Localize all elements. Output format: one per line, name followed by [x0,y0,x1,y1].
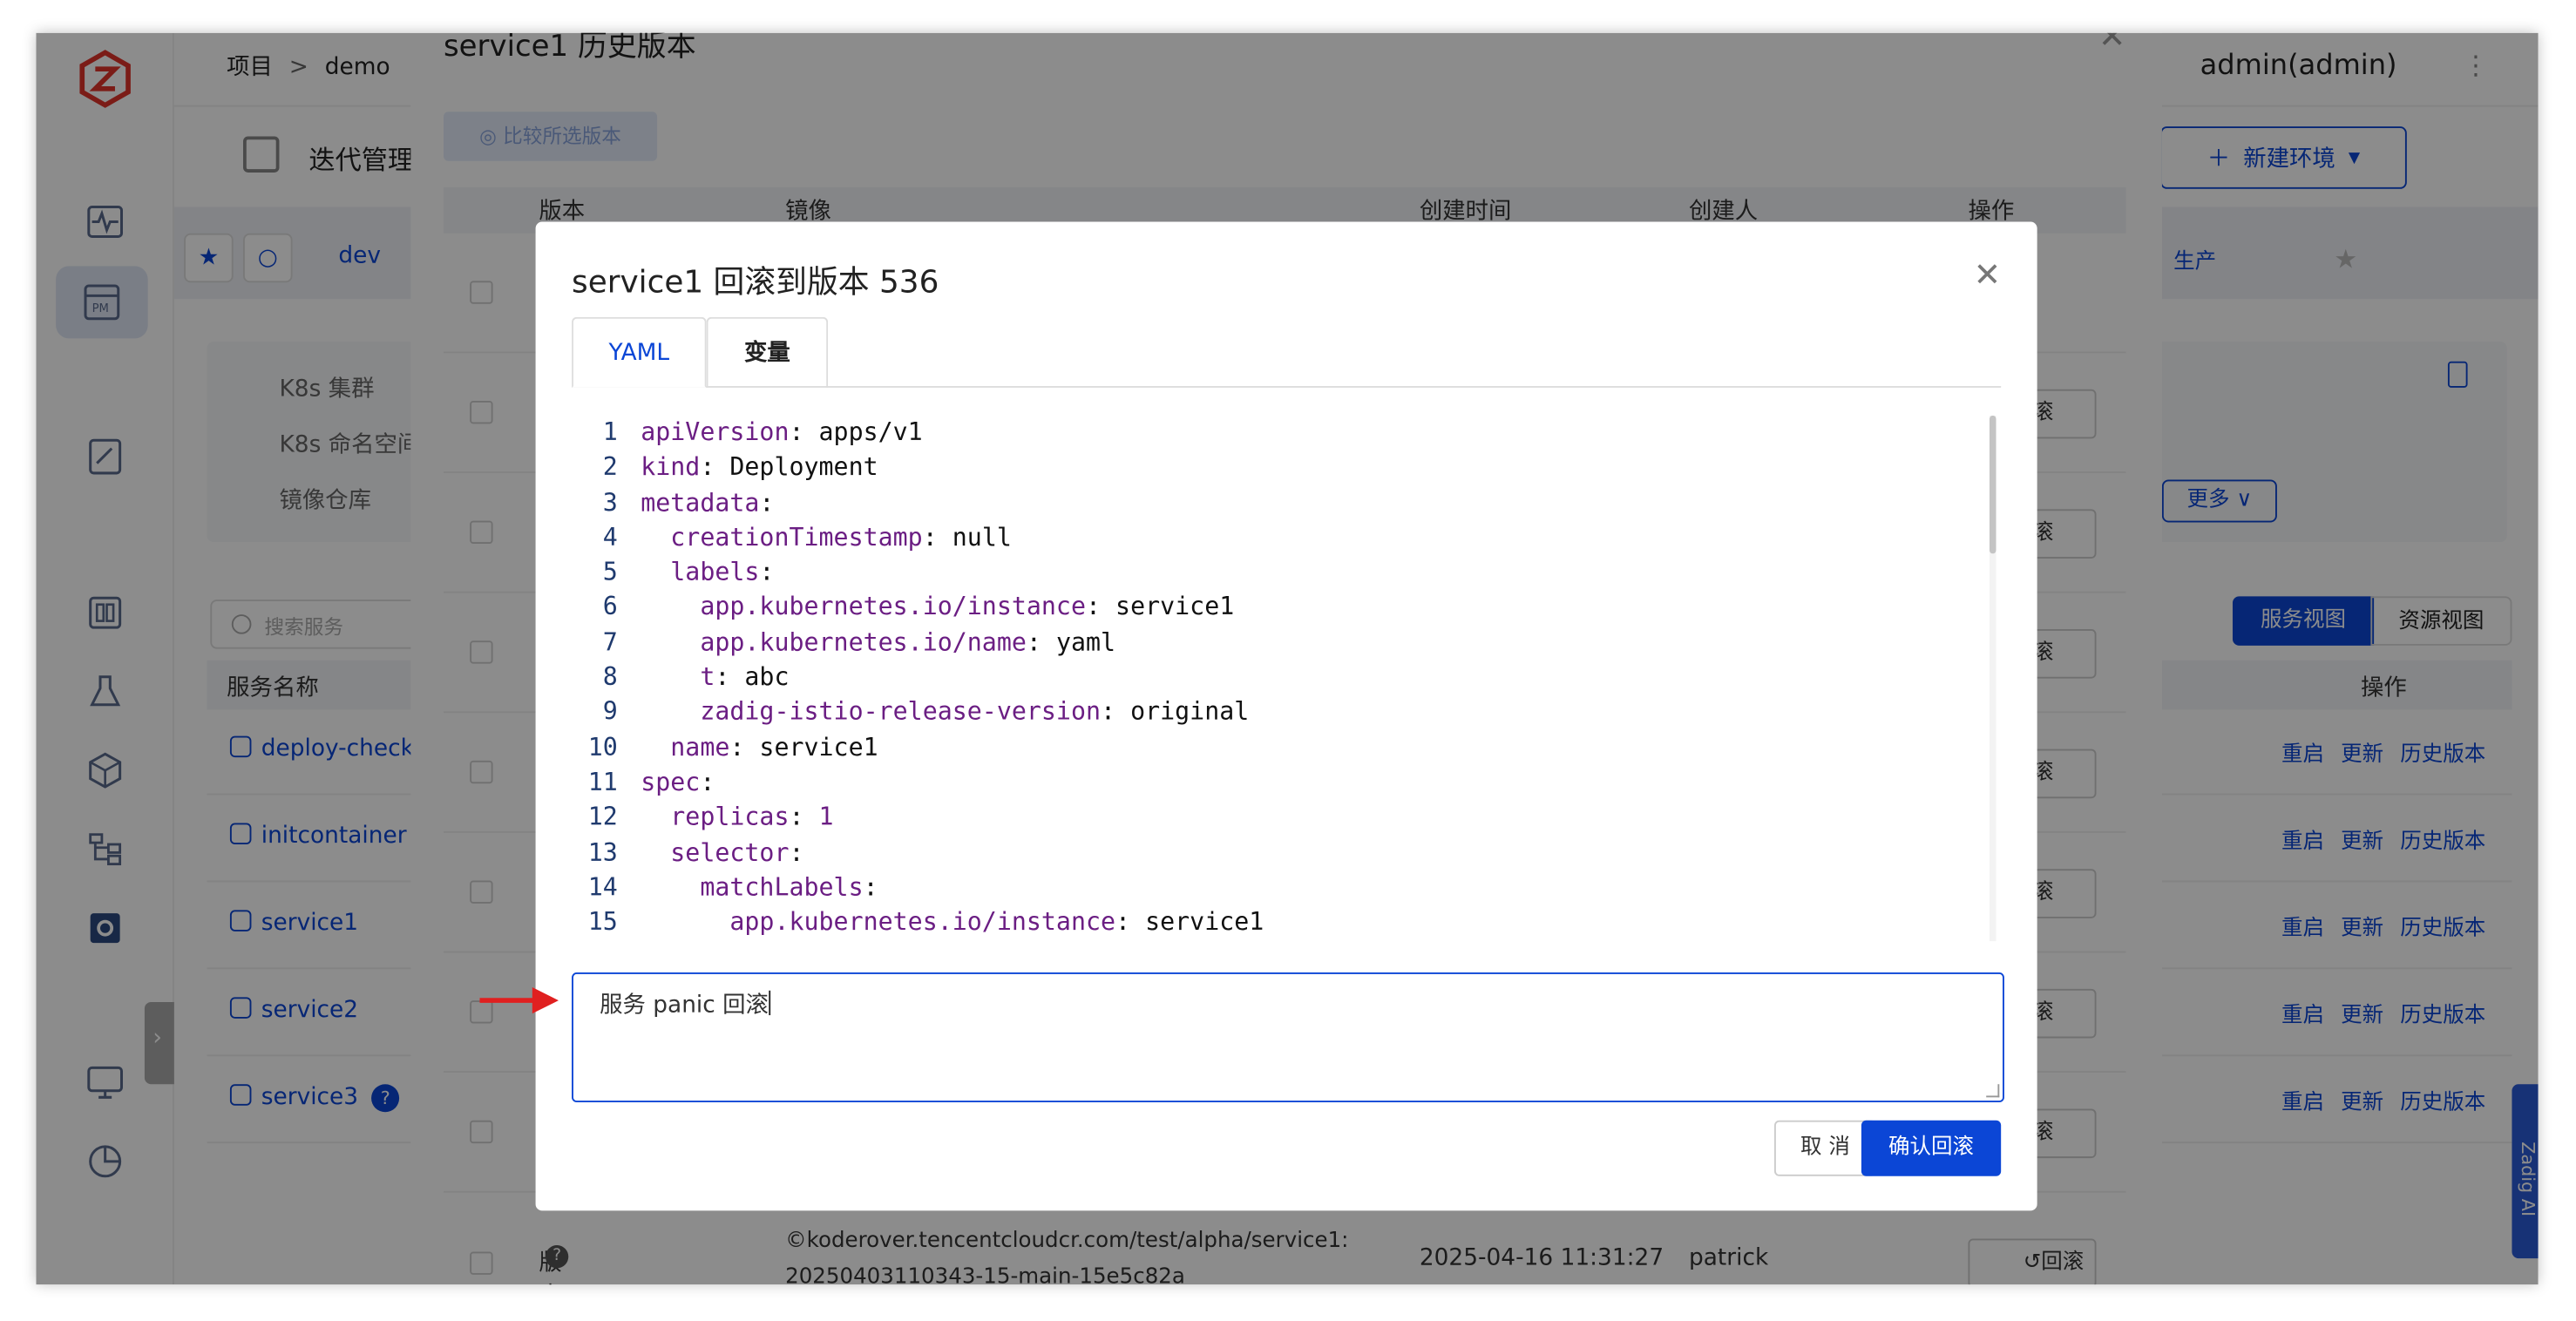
yaml-colon: : [700,451,730,482]
yaml-key: apiVersion [641,417,790,447]
yaml-key: matchLabels [700,871,864,902]
code-line: 4 creationTimestamp: null [572,520,2001,555]
screen: PM 项目>demo admin(admin) ⋮ 迭代管理 ＋新建环境▾ ★ … [0,0,2576,1321]
tab-variables[interactable]: 变量 [706,316,829,388]
line-number: 7 [602,627,618,657]
yaml-value: Deployment [729,451,878,482]
yaml-key: name [670,732,730,762]
line-number: 14 [587,871,618,902]
yaml-colon: : [759,487,775,518]
yaml-key: kind [641,451,701,482]
code-line: 12 replicas: 1 [572,801,2001,836]
yaml-value: apps/v1 [818,417,923,447]
modal-tabs: YAML 变量 [572,316,2002,388]
code-line: 6 app.kubernetes.io/instance: service1 [572,591,2001,626]
yaml-code-editor[interactable]: 1 apiVersion: apps/v1 2 kind: Deployment 3 me… [572,415,2001,942]
yaml-key: app.kubernetes.io/instance [729,906,1116,937]
yaml-colon: : [922,522,952,552]
yaml-colon: : [1085,592,1116,622]
code-line: 2 kind: Deployment [572,450,2001,485]
line-number: 12 [587,802,618,832]
code-line: 3 metadata: [572,485,2001,520]
yaml-key: metadata [641,487,760,518]
code-line: 13 selector: [572,836,2001,871]
yaml-value: service1 [1145,906,1264,937]
line-number: 9 [602,697,618,727]
line-number: 15 [587,906,618,937]
rollback-comment-textarea[interactable]: 服务 panic 回滚 [572,972,2004,1102]
code-line: 15 app.kubernetes.io/instance: service1 [572,905,2001,940]
yaml-colon: : [700,767,715,797]
yaml-key: t [700,661,715,692]
yaml-value: service1 [1115,592,1235,622]
yaml-value: null [952,522,1012,552]
confirm-rollback-button[interactable]: 确认回滚 [1861,1120,2002,1176]
yaml-value: yaml [1055,627,1116,657]
editor-scrollbar[interactable] [1989,415,1996,942]
yaml-key: replicas [670,802,790,832]
comment-text: 服务 panic 回滚 [600,992,769,1019]
yaml-colon: : [789,837,804,867]
line-number: 8 [602,661,618,692]
yaml-colon: : [789,417,819,447]
yaml-colon: : [759,557,775,587]
code-line: 11 spec: [572,765,2001,800]
yaml-colon: : [1026,627,1056,657]
yaml-key: zadig-istio-release-version [700,697,1102,727]
yaml-colon: : [729,732,760,762]
yaml-colon: : [1115,906,1146,937]
yaml-value: service1 [759,732,878,762]
modal-title: service1 回滚到版本 536 [572,264,939,301]
yaml-key: labels [670,557,760,587]
code-line: 1 apiVersion: apps/v1 [572,416,2001,450]
line-number: 11 [587,767,618,797]
line-number: 4 [602,522,618,552]
line-number: 10 [587,732,618,762]
yaml-key: spec [641,767,701,797]
yaml-colon: : [789,802,819,832]
close-icon[interactable]: ✕ [1974,254,2002,294]
code-line: 5 labels: [572,556,2001,591]
yaml-colon: : [715,661,745,692]
code-line: 8 t: abc [572,660,2001,695]
line-number: 6 [602,592,618,622]
scrollbar-thumb[interactable] [1989,415,1996,554]
annotation-arrow-icon [479,987,559,1014]
yaml-key: app.kubernetes.io/name [700,627,1027,657]
yaml-key: app.kubernetes.io/instance [700,592,1086,622]
line-number: 13 [587,837,618,867]
yaml-value: abc [744,661,790,692]
code-lines: 1 apiVersion: apps/v1 2 kind: Deployment 3 me… [572,416,2001,940]
line-number: 5 [602,557,618,587]
rollback-modal: service1 回滚到版本 536 ✕ YAML 变量 1 apiVersion… [535,221,2037,1211]
tab-yaml[interactable]: YAML [572,316,707,388]
yaml-value: 1 [818,802,834,832]
resize-grip[interactable] [1986,1084,2000,1098]
code-line: 14 matchLabels: [572,871,2001,905]
yaml-key: selector [670,837,790,867]
yaml-key: creationTimestamp [670,522,923,552]
yaml-colon: : [863,871,878,902]
line-number: 3 [602,487,618,518]
yaml-colon: : [1101,697,1131,727]
line-number: 1 [602,417,618,447]
code-line: 9 zadig-istio-release-version: original [572,695,2001,730]
app-window: PM 项目>demo admin(admin) ⋮ 迭代管理 ＋新建环境▾ ★ … [36,32,2539,1285]
text-caret [768,990,770,1016]
yaml-value: original [1130,697,1250,727]
code-line: 7 app.kubernetes.io/name: yaml [572,626,2001,660]
line-number: 2 [602,451,618,482]
code-line: 10 name: service1 [572,730,2001,765]
